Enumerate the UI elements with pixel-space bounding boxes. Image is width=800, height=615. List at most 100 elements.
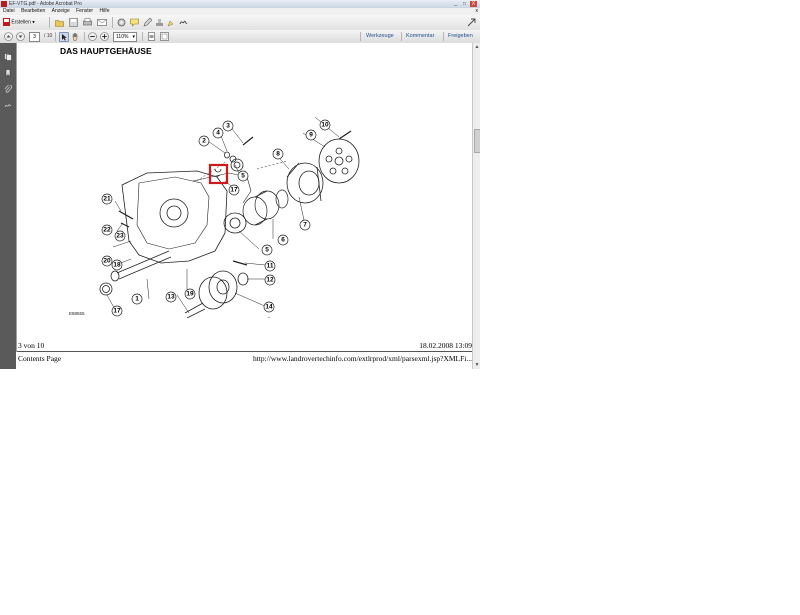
flange-drawing [286,162,324,204]
scroll-down-icon[interactable]: ▼ [474,362,480,368]
window-title: EF-VTG.pdf - Adobe Acrobat Pro [9,1,82,7]
create-pdf-icon [3,18,10,26]
callout-17-top: 17 [230,187,238,194]
navigation-pane [0,43,16,369]
callout-9: 9 [309,132,313,139]
callout-2: 2 [202,138,206,145]
maximize-button[interactable]: □ [461,1,468,7]
callout-11: 11 [267,263,274,270]
minimize-button[interactable]: _ [452,1,459,7]
next-page-header: Contents Page http://www.landrovertechin… [16,352,472,369]
share-icon[interactable] [467,18,476,27]
page-footer-right: 18.02.2008 13:09 [419,341,472,350]
callout-17-left: 17 [113,308,121,315]
stamp-icon[interactable] [155,18,164,27]
callout-12-right: 12 [266,277,274,284]
fit-width-icon[interactable] [160,32,169,41]
menu-window[interactable]: Fenster [76,8,93,14]
bookmarks-icon[interactable] [4,64,12,78]
callout-1: 1 [135,296,139,303]
menu-edit[interactable]: Bearbeiten [21,8,45,14]
toolbar-separator [443,32,444,41]
callout-6: 6 [281,237,285,244]
create-button[interactable]: Erstellen ▾ [3,18,35,27]
housing-bore [159,198,189,228]
bearing-drawing [223,212,247,234]
attachments-icon[interactable] [4,80,12,93]
callout-5-upper: 5 [241,173,245,180]
callout-23: 23 [116,233,124,240]
scrollbar-thumb[interactable] [474,129,480,153]
toolbar-separator [49,17,50,28]
zoom-level-value: 110% [116,34,129,40]
edit-icon[interactable] [143,18,152,27]
shaft-drawing [116,250,172,280]
page-thumbnails-icon[interactable] [4,48,12,61]
next-page-icon[interactable] [16,32,25,41]
navigation-toolbar: 3 / 10 110% ▾ Werkzeuge Kommentar Freigeb… [0,30,480,44]
callout-8: 8 [276,151,280,158]
toolbar-separator [112,17,113,28]
callout-22: 22 [103,227,111,234]
fit-page-icon[interactable] [147,32,156,41]
highlight-icon[interactable] [167,18,176,27]
next-page-left-text: Contents Page [18,354,62,363]
callout-3: 3 [226,123,230,130]
select-tool-icon[interactable] [59,32,69,42]
callout-20: 20 [103,258,111,265]
menu-bar: Datei Bearbeiten Anzeige Fenster Hilfe x [0,8,480,15]
email-icon[interactable] [97,18,107,27]
idler-gear-drawing [198,270,238,310]
menu-help[interactable]: Hilfe [99,8,109,14]
close-document-button[interactable]: x [476,8,479,15]
signature-icon[interactable] [179,18,188,27]
main-toolbar: Erstellen ▾ [0,15,480,31]
callout-21: 21 [103,196,111,203]
share-panel-button[interactable]: Freigeben [448,31,473,41]
chevron-down-icon: ▾ [32,19,35,26]
callout-18: 18 [113,262,121,269]
callout-5-lower: 5 [265,247,269,254]
acrobat-app-icon [1,1,7,7]
hand-tool-icon[interactable] [71,32,80,41]
page-title: DAS HAUPTGEHÄUSE [60,46,152,56]
zoom-level-input[interactable]: 110% ▾ [113,32,137,42]
acrobat-window: EF-VTG.pdf - Adobe Acrobat Pro _ □ X Dat… [0,0,480,369]
page-footer-left: 3 von 10 [18,341,45,350]
print-icon[interactable] [83,18,92,27]
callout-13: 13 [167,294,175,301]
create-button-label: Erstellen [11,19,31,26]
menu-view[interactable]: Anzeige [52,8,70,14]
toolbar-separator [360,32,361,41]
page-total: / 10 [44,33,53,39]
gear-drawing [242,189,289,226]
gear-icon[interactable] [117,18,126,27]
scroll-up-icon[interactable]: ▲ [474,44,480,50]
vertical-scrollbar[interactable]: ▲ ▼ [472,43,480,369]
callout-4: 4 [216,130,220,137]
zoom-in-icon[interactable] [100,32,109,41]
zoom-out-icon[interactable] [88,32,97,41]
chevron-down-icon[interactable]: ▾ [132,33,135,41]
signatures-icon[interactable] [4,96,12,108]
cover-plate-drawing [318,138,360,184]
callout-14: 14 [265,304,273,311]
open-folder-icon[interactable] [55,18,64,27]
callout-10: 10 [321,122,329,129]
previous-page-icon[interactable] [4,32,13,41]
toolbar-separator [84,32,85,41]
toolbar-separator [55,32,56,41]
seal-drawing [99,282,113,296]
toolbar-separator [401,32,402,41]
page-number-input[interactable]: 3 [29,32,40,42]
exploded-parts-diagram: 2 4 3 5 8 9 10 7 6 5 11 12 14 15 16 13 1 [99,116,360,318]
next-page-url: http://www.landrovertechinfo.com/extlrpr… [252,354,472,363]
save-icon[interactable] [69,18,78,27]
pdf-page: DAS HAUPTGEHÄUSE 2 4 3 5 8 9 10 7 6 5 11… [17,43,472,355]
tools-panel-button[interactable]: Werkzeuge [366,31,394,41]
close-button[interactable]: X [470,1,477,7]
menu-file[interactable]: Datei [3,8,15,14]
comment-panel-button[interactable]: Kommentar [406,31,434,41]
document-view[interactable]: DAS HAUPTGEHÄUSE 2 4 3 5 8 9 10 7 6 5 11… [16,43,480,369]
comment-icon[interactable] [130,18,139,27]
